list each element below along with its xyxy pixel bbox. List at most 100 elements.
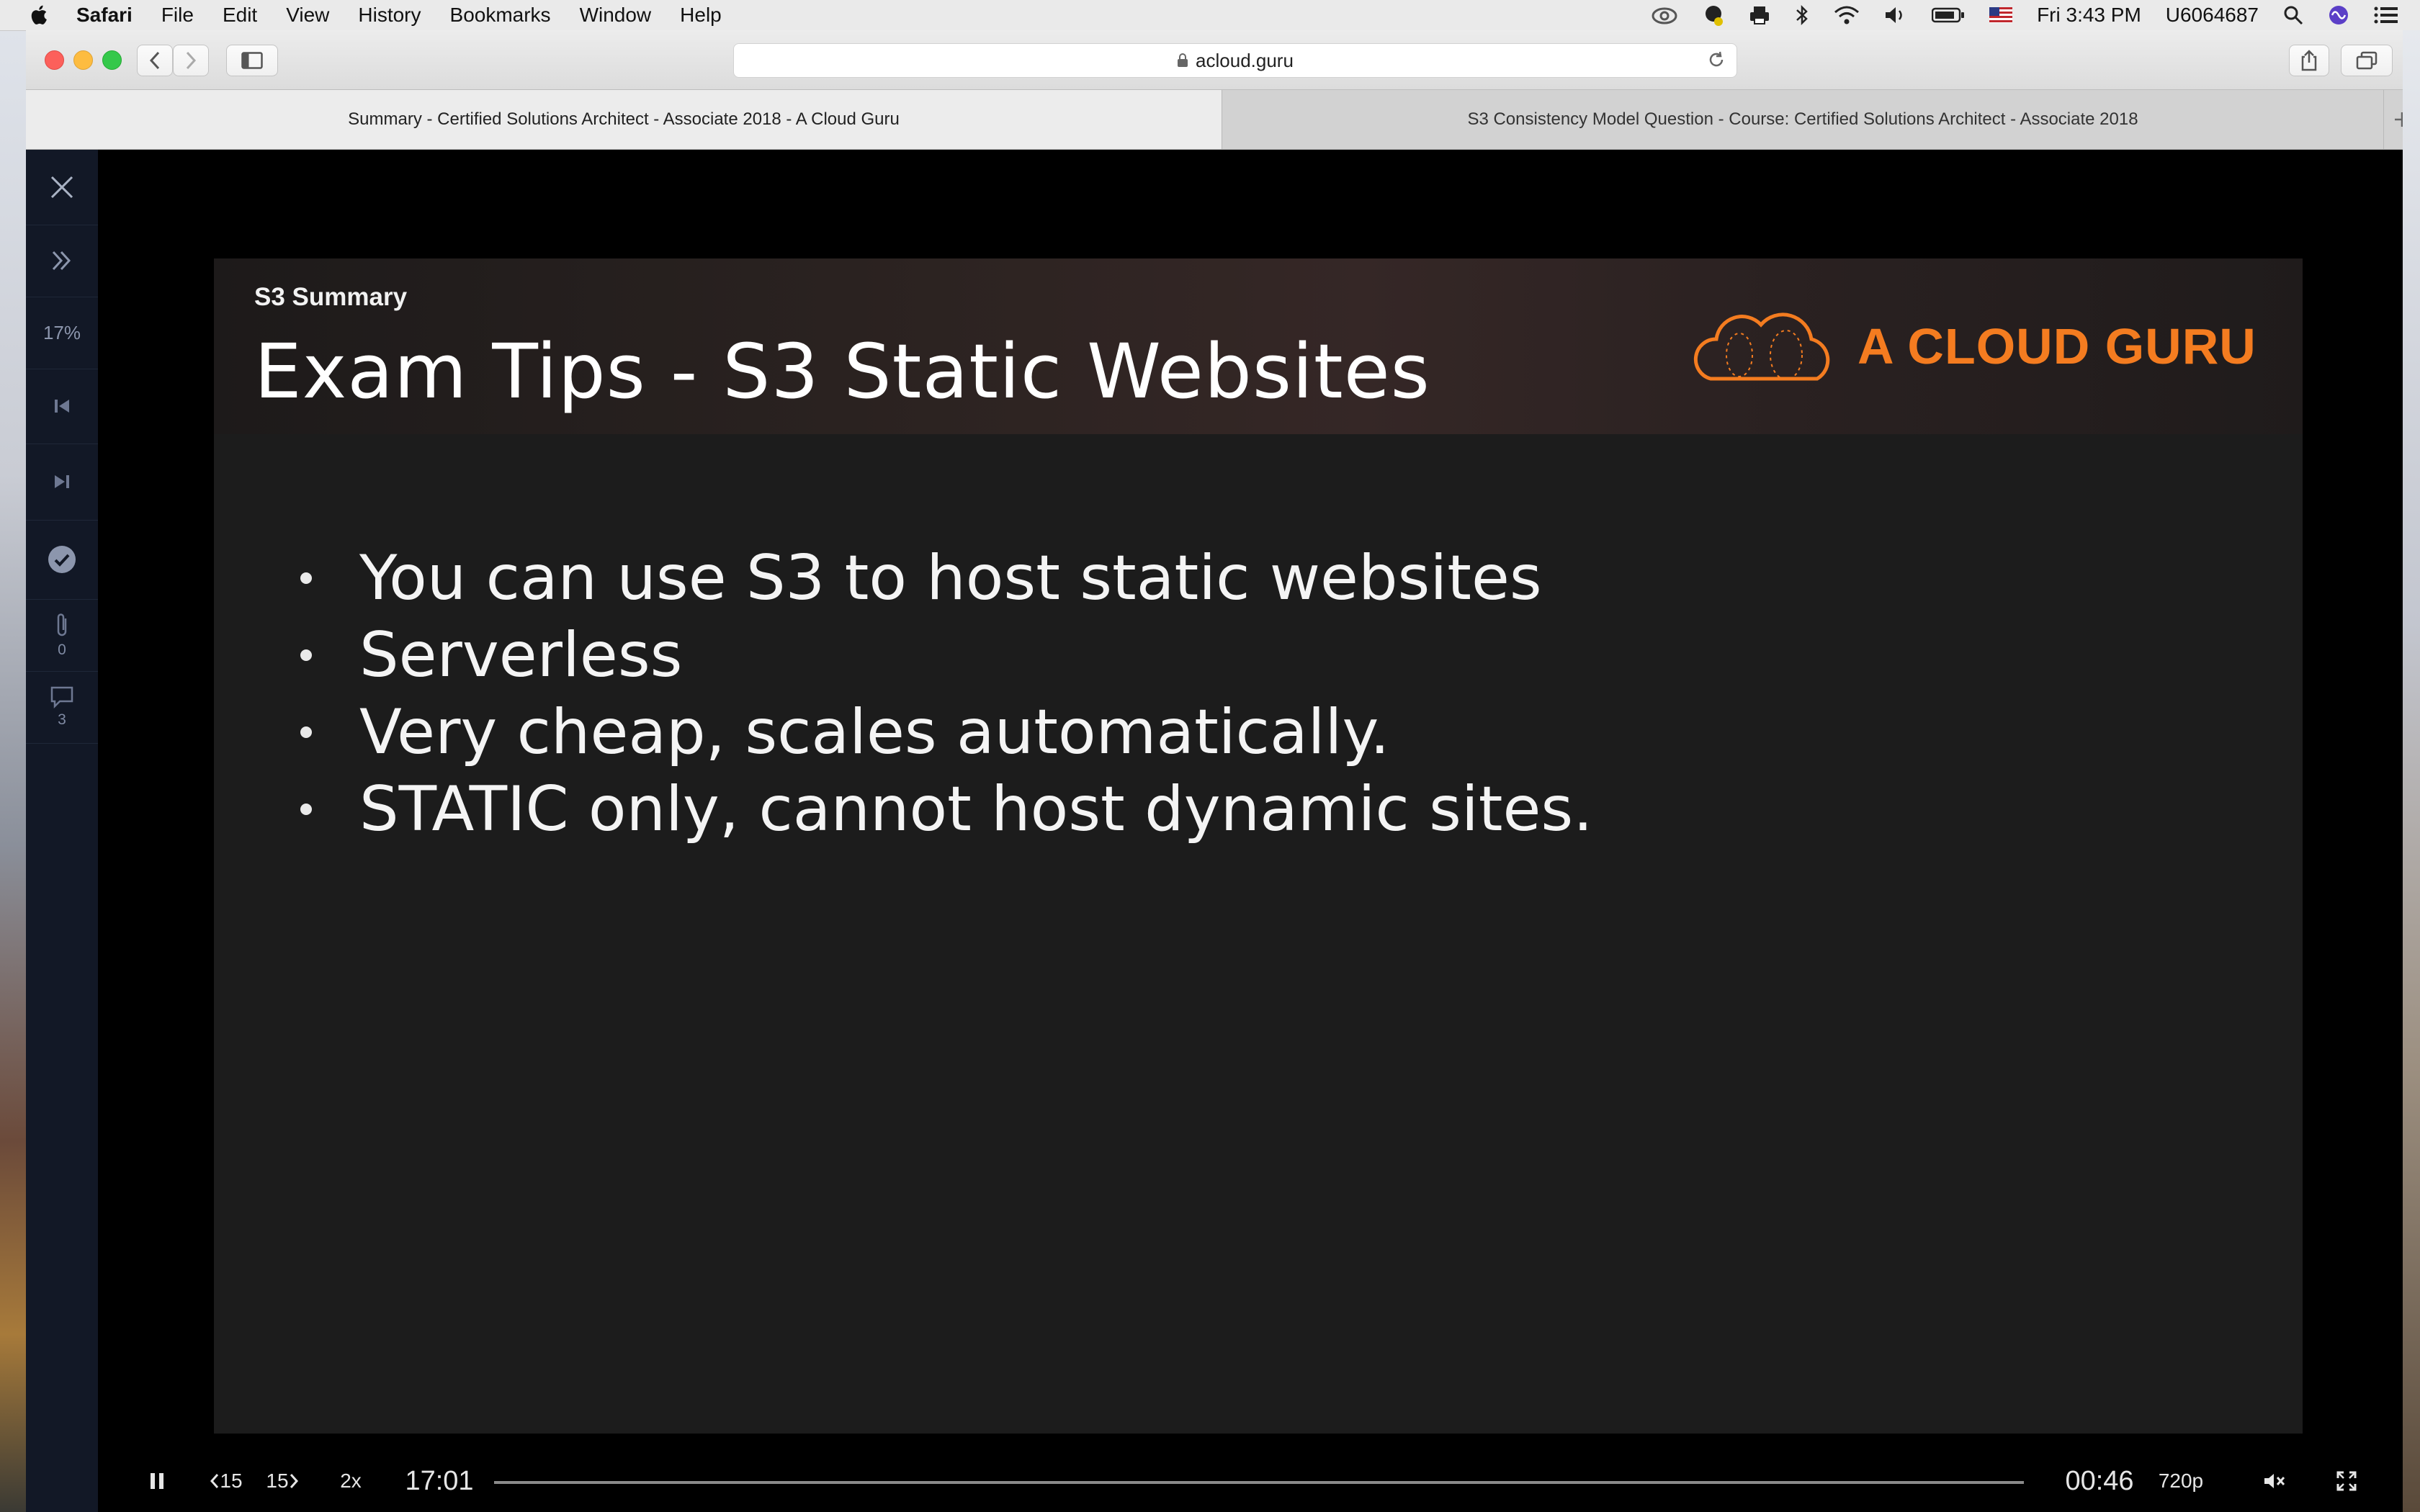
page-content: 17% 0 3 S3 Summary Exam Tips - S3 Static… — [26, 150, 2420, 1512]
chevron-left-icon — [149, 51, 160, 70]
comments-button[interactable]: 3 — [26, 671, 98, 744]
mute-button[interactable] — [2259, 1465, 2290, 1497]
notification-icon[interactable] — [1703, 4, 1724, 26]
show-tabs-button[interactable] — [2341, 45, 2393, 76]
tab-summary[interactable]: Summary - Certified Solutions Architect … — [26, 90, 1222, 149]
slide-bullet: STATIC only, cannot host dynamic sites. — [300, 770, 1593, 847]
volume-icon[interactable] — [1884, 5, 1907, 25]
skip-next-icon — [55, 475, 69, 488]
spotlight-search-icon[interactable] — [2283, 5, 2303, 25]
tab-bar: Summary - Certified Solutions Architect … — [26, 90, 2420, 150]
siri-icon[interactable] — [2328, 4, 2349, 26]
bullet-text: Very cheap, scales automatically. — [359, 696, 1390, 768]
browser-toolbar: acloud.guru — [26, 30, 2420, 90]
wifi-icon[interactable] — [1834, 5, 1860, 25]
course-progress: 17% — [26, 297, 98, 369]
check-circle-icon — [48, 546, 76, 573]
remaining-time: 00:46 — [2065, 1465, 2134, 1496]
creative-cloud-icon[interactable] — [1651, 5, 1678, 25]
slide-subtitle: S3 Summary — [254, 283, 408, 311]
mark-complete-button[interactable] — [26, 520, 98, 600]
menu-history[interactable]: History — [358, 4, 421, 27]
seek-bar[interactable] — [494, 1481, 2024, 1484]
menu-help[interactable]: Help — [680, 4, 722, 27]
bullet-text: STATIC only, cannot host dynamic sites. — [359, 773, 1593, 845]
sidebar-icon — [241, 52, 263, 69]
reload-icon[interactable] — [1706, 50, 1726, 70]
menubar-user[interactable]: U6064687 — [2166, 4, 2259, 27]
url-text: acloud.guru — [1196, 49, 1294, 71]
zoom-window-button[interactable] — [102, 50, 122, 70]
share-button[interactable] — [2289, 45, 2329, 76]
a-cloud-guru-logo: A CLOUD GURU — [1689, 303, 2257, 390]
tab-s3-consistency[interactable]: S3 Consistency Model Question - Course: … — [1222, 90, 2383, 149]
cloud-logo-icon — [1693, 312, 1830, 381]
app-menu-safari[interactable]: Safari — [76, 4, 133, 27]
share-icon — [2301, 50, 2317, 71]
battery-icon[interactable] — [1932, 6, 1965, 24]
minimize-window-button[interactable] — [73, 50, 93, 70]
sidebar-toggle-button[interactable] — [226, 45, 278, 76]
lecture-slide: S3 Summary Exam Tips - S3 Static Website… — [214, 258, 2303, 1434]
menu-file[interactable]: File — [161, 4, 194, 27]
chevron-right-icon — [290, 1474, 298, 1488]
rewind-15-button[interactable]: 15 — [205, 1465, 248, 1497]
address-bar[interactable]: acloud.guru — [733, 43, 1737, 78]
forward-button[interactable] — [173, 45, 209, 76]
course-progress-percent: 17% — [42, 321, 81, 343]
pause-button[interactable] — [141, 1465, 173, 1497]
bullet-dot — [300, 649, 312, 661]
close-window-button[interactable] — [45, 50, 64, 70]
menu-edit[interactable]: Edit — [223, 4, 257, 27]
slide-bullet: You can use S3 to host static websites — [300, 539, 1593, 616]
video-stage[interactable]: S3 Summary Exam Tips - S3 Static Website… — [98, 150, 2420, 1512]
bullet-dot — [300, 572, 312, 584]
apple-icon[interactable] — [27, 3, 52, 27]
bullet-dot — [300, 803, 312, 815]
back-button[interactable] — [137, 45, 173, 76]
slide-title: Exam Tips - S3 Static Websites — [254, 328, 1430, 415]
elapsed-time: 17:01 — [405, 1465, 474, 1496]
expand-sidebar-button[interactable] — [26, 225, 98, 297]
bluetooth-icon[interactable] — [1795, 4, 1809, 26]
forward-label: 15 — [266, 1470, 289, 1492]
bullet-text: You can use S3 to host static websites — [359, 541, 1542, 614]
menu-view[interactable]: View — [286, 4, 329, 27]
forward-15-button[interactable]: 15 — [261, 1465, 304, 1497]
paperclip-icon — [57, 613, 67, 636]
next-lesson-button[interactable] — [26, 444, 98, 521]
double-chevron-right-icon — [52, 251, 71, 271]
player-sidebar: 17% 0 3 — [26, 150, 98, 1512]
rewind-label: 15 — [220, 1470, 243, 1492]
attachments-button[interactable]: 0 — [26, 599, 98, 672]
playback-speed-button[interactable]: 2x — [333, 1465, 369, 1497]
menu-window[interactable]: Window — [580, 4, 652, 27]
attachments-count: 0 — [58, 642, 66, 658]
bullet-text: Serverless — [359, 618, 683, 691]
tabs-overview-icon — [2356, 51, 2378, 70]
chevron-left-icon — [210, 1474, 219, 1488]
slide-header: S3 Summary Exam Tips - S3 Static Website… — [214, 258, 2303, 434]
volume-muted-icon — [2264, 1474, 2285, 1488]
notification-center-icon[interactable] — [2374, 6, 2398, 24]
bullet-dot — [300, 726, 312, 738]
quality-button[interactable]: 720p — [2152, 1465, 2210, 1497]
slide-bullet-list: You can use S3 to host static websites S… — [300, 539, 1593, 847]
skip-previous-icon — [55, 400, 69, 413]
previous-lesson-button[interactable] — [26, 369, 98, 444]
video-controls: 15 15 2x 17:01 00:46 720p — [98, 1450, 2420, 1512]
fullscreen-icon — [2336, 1471, 2357, 1491]
printer-icon[interactable] — [1749, 5, 1770, 25]
us-flag-icon[interactable] — [1989, 7, 2013, 23]
safari-window: acloud.guru Summary - Certified Solution… — [26, 30, 2420, 1512]
logo-text: A CLOUD GURU — [1857, 318, 2257, 374]
close-lesson-button[interactable] — [26, 150, 98, 225]
menu-bookmarks[interactable]: Bookmarks — [450, 4, 551, 27]
desktop-wallpaper-right — [2403, 30, 2420, 1512]
chevron-right-icon — [186, 51, 197, 70]
desktop-wallpaper-left — [0, 30, 26, 1512]
slide-bullet: Serverless — [300, 616, 1593, 693]
fullscreen-button[interactable] — [2331, 1465, 2362, 1497]
menu-bar: Safari File Edit View History Bookmarks … — [0, 0, 2420, 31]
menubar-clock[interactable]: Fri 3:43 PM — [2037, 4, 2141, 27]
